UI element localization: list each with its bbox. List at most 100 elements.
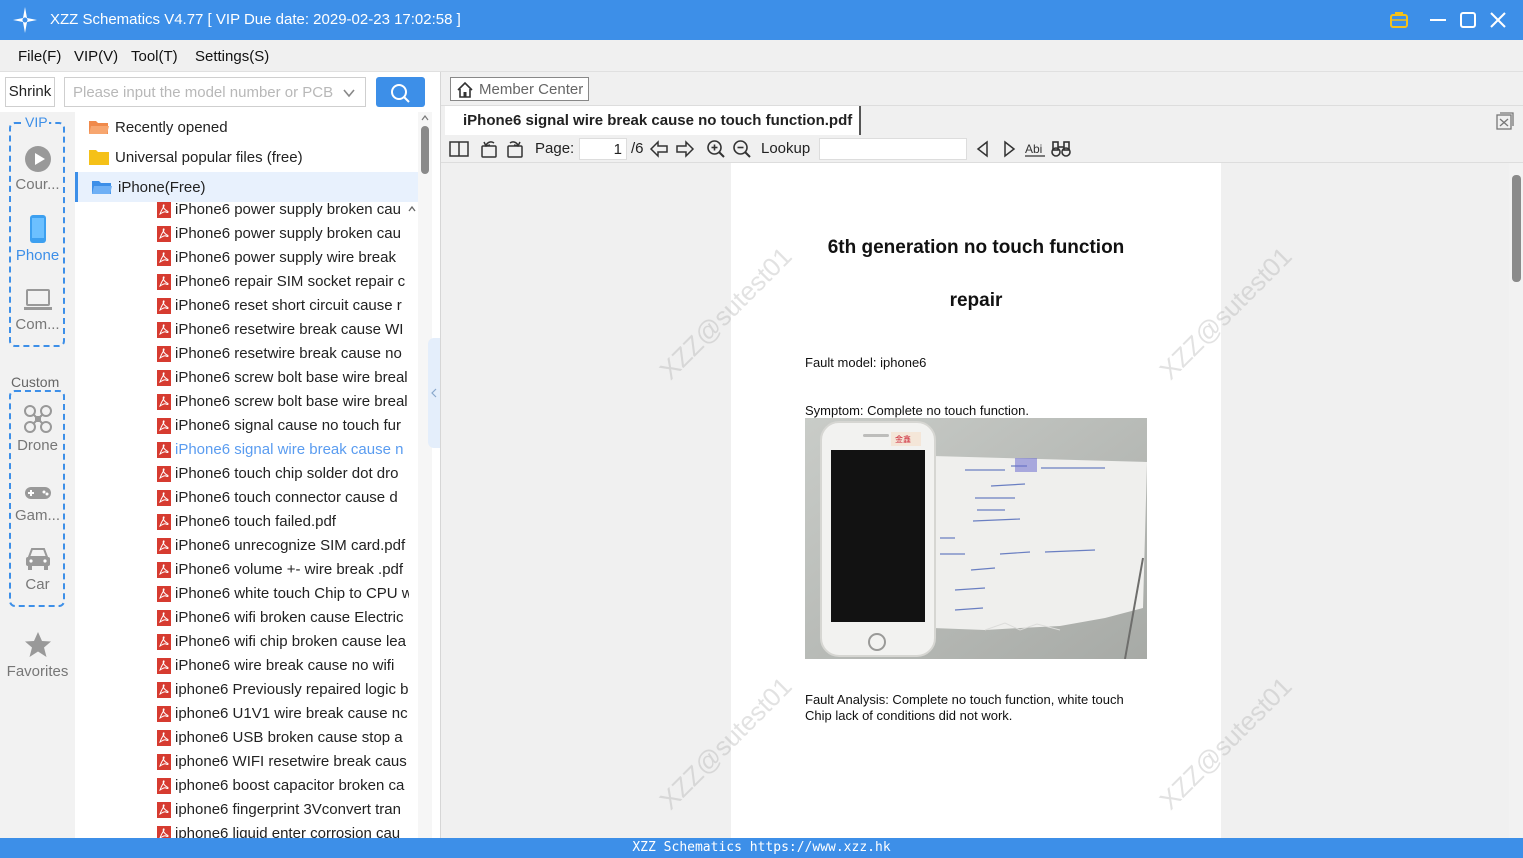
menu-settings[interactable]: Settings(S): [195, 48, 269, 65]
category-computer[interactable]: Com...: [0, 287, 75, 333]
star-icon: [24, 632, 51, 657]
pdf-file-icon: [157, 682, 171, 698]
zoom-out-icon[interactable]: [732, 139, 752, 159]
search-icon: [391, 84, 410, 103]
file-item[interactable]: iPhone6 touch failed.pdf: [157, 510, 409, 534]
file-item[interactable]: iPhone6 resetwire break cause WI: [157, 318, 409, 342]
find-previous-icon[interactable]: [973, 139, 993, 159]
minimize-button[interactable]: [1426, 8, 1450, 32]
previous-page-icon[interactable]: [649, 139, 669, 159]
find-next-icon[interactable]: [999, 139, 1019, 159]
total-pages: /6: [631, 140, 644, 157]
category-drone[interactable]: Drone: [0, 404, 75, 454]
member-center-button[interactable]: Member Center: [450, 77, 589, 101]
svg-text:Abi: Abi: [1025, 142, 1042, 156]
file-item[interactable]: iPhone6 screw bolt base wire breal: [157, 366, 409, 390]
play-icon: [24, 146, 51, 172]
pdf-file-icon: [157, 322, 171, 338]
file-item[interactable]: iPhone6 repair SIM socket repair c: [157, 270, 409, 294]
category-car[interactable]: Car: [0, 545, 75, 593]
document-panel: Member Center iPhone6 signal wire break …: [440, 72, 1523, 838]
menu-vip[interactable]: VIP(V): [74, 48, 118, 65]
search-button[interactable]: [376, 77, 425, 107]
panel-splitter[interactable]: [428, 338, 440, 448]
file-item[interactable]: iPhone6 touch chip solder dot dro: [157, 462, 409, 486]
file-item[interactable]: iPhone6 signal cause no touch fur: [157, 414, 409, 438]
chevron-down-icon[interactable]: [341, 85, 357, 101]
next-page-icon[interactable]: [675, 139, 695, 159]
file-label: iPhone6 reset short circuit cause r: [175, 297, 402, 314]
file-item[interactable]: iPhone6 resetwire break cause no: [157, 342, 409, 366]
file-item[interactable]: iPhone6 volume +- wire break .pdf: [157, 558, 409, 582]
document-tab[interactable]: iPhone6 signal wire break cause no touch…: [445, 106, 861, 136]
vip-group-label: VIP: [24, 114, 49, 130]
binoculars-icon[interactable]: [1051, 139, 1071, 159]
document-title-line2: repair: [949, 290, 1003, 311]
category-phone[interactable]: Phone: [0, 214, 75, 264]
category-label: Com...: [15, 316, 60, 333]
file-item[interactable]: iPhone6 unrecognize SIM card.pdf: [157, 534, 409, 558]
menu-tool[interactable]: Tool(T): [131, 48, 178, 65]
folder-universal-popular[interactable]: Universal popular files (free): [75, 142, 418, 172]
file-item[interactable]: iPhone6 power supply broken cau: [157, 222, 409, 246]
search-box: [64, 77, 366, 107]
file-item[interactable]: iphone6 fingerprint 3Vconvert tran: [157, 798, 409, 822]
file-item[interactable]: iPhone6 screw bolt base wire breal: [157, 390, 409, 414]
file-label: iPhone6 wifi chip broken cause lea: [175, 633, 406, 650]
scrollbar-thumb[interactable]: [421, 126, 429, 174]
pdf-file-icon: [157, 202, 171, 218]
sidebar-toggle-icon[interactable]: [449, 139, 469, 159]
file-item[interactable]: iphone6 USB broken cause stop a: [157, 726, 409, 750]
category-label: Car: [25, 576, 50, 593]
category-label: Phone: [15, 247, 60, 264]
folder-label: iPhone(Free): [118, 179, 206, 196]
folder-label: Universal popular files (free): [115, 149, 303, 166]
page-number-input[interactable]: 1: [579, 138, 627, 160]
fault-analysis-line1: Fault Analysis: Complete no touch functi…: [805, 692, 1124, 707]
maximize-button[interactable]: [1456, 8, 1480, 32]
file-item[interactable]: iPhone6 wire break cause no wifi: [157, 654, 409, 678]
file-label: iPhone6 power supply broken cau: [175, 225, 401, 242]
chevron-left-icon: [431, 388, 437, 398]
file-item[interactable]: iPhone6 power supply broken cau: [157, 198, 409, 222]
pdf-file-icon: [157, 370, 171, 386]
lookup-input[interactable]: [819, 138, 967, 160]
file-item[interactable]: iPhone6 reset short circuit cause r: [157, 294, 409, 318]
pdf-file-icon: [157, 442, 171, 458]
file-label: iPhone6 power supply broken cau: [175, 201, 401, 218]
file-item[interactable]: iPhone6 wifi broken cause Electric: [157, 606, 409, 630]
scrollbar-thumb[interactable]: [1512, 175, 1521, 282]
menu-file[interactable]: File(F): [18, 48, 61, 65]
file-item[interactable]: iPhone6 wifi chip broken cause lea: [157, 630, 409, 654]
category-favorites[interactable]: Favorites: [0, 630, 75, 680]
scroll-up-icon[interactable]: [421, 114, 429, 122]
match-case-icon[interactable]: Abi: [1025, 139, 1045, 159]
file-item[interactable]: iPhone6 signal wire break cause n: [157, 438, 409, 462]
category-courses[interactable]: Cour...: [0, 145, 75, 193]
shrink-button[interactable]: Shrink: [5, 77, 55, 107]
tree-scrollbar[interactable]: [418, 112, 432, 838]
file-item[interactable]: iphone6 boost capacitor broken ca: [157, 774, 409, 798]
rotate-left-icon[interactable]: [479, 139, 499, 159]
rotate-right-icon[interactable]: [505, 139, 525, 159]
file-item[interactable]: iPhone6 white touch Chip to CPU w: [157, 582, 409, 606]
app-window: XZZ Schematics V4.77 [ VIP Due date: 202…: [0, 0, 1523, 858]
pdf-viewport[interactable]: 6th generation no touch function repair …: [441, 163, 1523, 838]
category-sidebar: VIP Cour... Phone Com... Custom Drone Ga…: [0, 112, 75, 838]
viewer-scrollbar[interactable]: [1509, 163, 1523, 838]
file-item[interactable]: iPhone6 power supply wire break: [157, 246, 409, 270]
category-games[interactable]: Gam...: [0, 482, 75, 524]
search-input[interactable]: [65, 78, 335, 106]
file-item[interactable]: iphone6 Previously repaired logic b: [157, 678, 409, 702]
zoom-in-icon[interactable]: [706, 139, 726, 159]
file-item[interactable]: iphone6 WIFI resetwire break caus: [157, 750, 409, 774]
briefcase-icon[interactable]: [1387, 8, 1411, 32]
file-label: iPhone6 screw bolt base wire breal: [175, 393, 408, 410]
file-item[interactable]: iPhone6 touch connector cause d: [157, 486, 409, 510]
file-item[interactable]: iphone6 liquid enter corrosion cau: [157, 822, 409, 838]
pdf-file-icon: [157, 250, 171, 266]
file-item[interactable]: iphone6 U1V1 wire break cause nc: [157, 702, 409, 726]
close-button[interactable]: [1486, 8, 1510, 32]
close-all-tabs-icon[interactable]: [1496, 112, 1514, 130]
folder-recently-opened[interactable]: Recently opened: [75, 112, 418, 142]
